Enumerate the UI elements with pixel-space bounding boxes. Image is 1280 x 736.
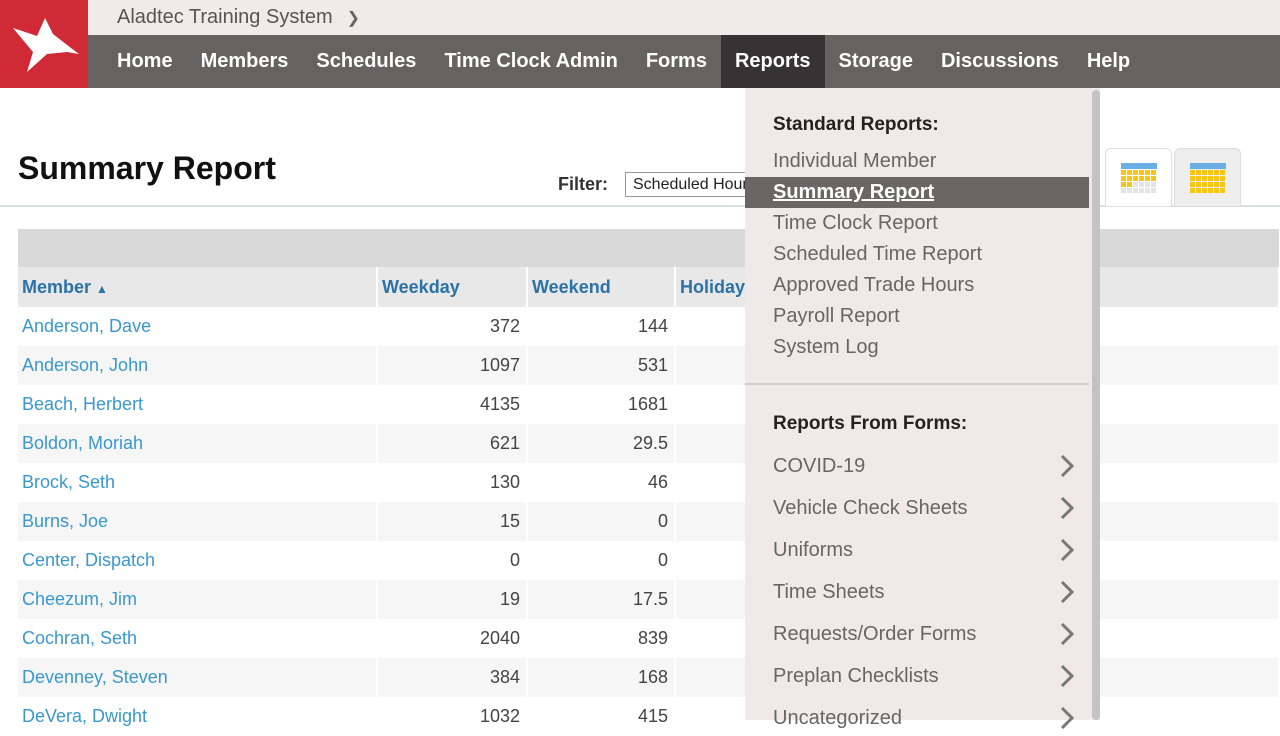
aladtec-logo[interactable] — [0, 0, 88, 88]
chevron-right-icon — [1060, 580, 1075, 604]
nav-help[interactable]: Help — [1073, 35, 1144, 88]
menu-item-summary-report[interactable]: Summary Report — [745, 177, 1089, 208]
nav-time-clock-admin[interactable]: Time Clock Admin — [430, 35, 631, 88]
menu-item-label: Uniforms — [773, 538, 854, 561]
chevron-right-icon — [1060, 538, 1075, 562]
view-tab-full-calendar[interactable] — [1174, 148, 1241, 206]
column-member[interactable]: Member ▲ — [18, 267, 378, 307]
nav-discussions[interactable]: Discussions — [927, 35, 1073, 88]
page-title: Summary Report — [18, 150, 276, 186]
menu-item-time-clock-report[interactable]: Time Clock Report — [745, 208, 1089, 239]
column-weekend[interactable]: Weekend — [527, 267, 676, 307]
menu-item-label: Uncategorized — [773, 706, 902, 729]
member-link[interactable]: Burns, Joe — [22, 511, 108, 531]
sort-asc-icon: ▲ — [96, 281, 108, 296]
menu-item-covid-19[interactable]: COVID-19 — [745, 448, 1089, 484]
menu-divider — [745, 383, 1089, 385]
menu-item-time-sheets[interactable]: Time Sheets — [745, 574, 1089, 610]
menu-item-label: Requests/Order Forms — [773, 622, 977, 645]
member-link[interactable]: Beach, Herbert — [22, 394, 143, 414]
weekday-hours: 1032 — [377, 697, 528, 736]
weekday-hours: 130 — [377, 463, 528, 502]
member-link[interactable]: Anderson, John — [22, 355, 148, 375]
weekend-hours: 839 — [527, 619, 676, 658]
weekend-hours: 415 — [527, 697, 676, 736]
nav-storage[interactable]: Storage — [825, 35, 927, 88]
member-link[interactable]: Cheezum, Jim — [22, 589, 137, 609]
view-tab-partial-calendar[interactable] — [1105, 148, 1172, 206]
member-link[interactable]: Brock, Seth — [22, 472, 115, 492]
system-name: Aladtec Training System — [117, 6, 333, 28]
weekend-hours: 29.5 — [527, 424, 676, 463]
weekday-hours: 19 — [377, 580, 528, 619]
weekend-hours: 0 — [527, 541, 676, 580]
menu-item-label: Preplan Checklists — [773, 664, 939, 687]
menu-item-uniforms[interactable]: Uniforms — [745, 532, 1089, 568]
menu-item-label: Vehicle Check Sheets — [773, 496, 968, 519]
chevron-right-icon — [1060, 496, 1075, 520]
column-weekday[interactable]: Weekday — [377, 267, 528, 307]
weekend-hours: 17.5 — [527, 580, 676, 619]
weekday-hours: 621 — [377, 424, 528, 463]
filter-select[interactable]: Scheduled Hours — [625, 172, 765, 197]
menu-item-vehicle-check-sheets[interactable]: Vehicle Check Sheets — [745, 490, 1089, 526]
weekend-hours: 531 — [527, 346, 676, 385]
weekday-hours: 1097 — [377, 346, 528, 385]
calendar-full-icon — [1189, 162, 1226, 193]
weekend-hours: 46 — [527, 463, 676, 502]
weekend-hours: 0 — [527, 502, 676, 541]
nav-members[interactable]: Members — [187, 35, 303, 88]
nav-home[interactable]: Home — [103, 35, 187, 88]
chevron-right-icon — [1060, 664, 1075, 688]
member-link[interactable]: Anderson, Dave — [22, 316, 151, 336]
menu-item-label: COVID-19 — [773, 454, 866, 477]
weekday-hours: 4135 — [377, 385, 528, 424]
weekday-hours: 0 — [377, 541, 528, 580]
main-nav: Home Members Schedules Time Clock Admin Form… — [88, 35, 1280, 88]
menu-item-individual-member[interactable]: Individual Member — [745, 146, 1089, 177]
filter-label: Filter: — [558, 174, 609, 194]
menu-item-payroll-report[interactable]: Payroll Report — [745, 301, 1089, 332]
weekend-hours: 144 — [527, 307, 676, 346]
member-link[interactable]: Center, Dispatch — [22, 550, 155, 570]
menu-item-requests-order-forms[interactable]: Requests/Order Forms — [745, 616, 1089, 652]
member-link[interactable]: Cochran, Seth — [22, 628, 137, 648]
standard-reports-header: Standard Reports: — [773, 114, 939, 135]
menu-item-label: Time Sheets — [773, 580, 885, 603]
weekday-hours: 384 — [377, 658, 528, 697]
weekend-hours: 1681 — [527, 385, 676, 424]
reports-dropdown: Standard Reports: Reports From Forms: In… — [745, 88, 1100, 730]
weekend-hours: 168 — [527, 658, 676, 697]
chevron-down-icon: ❯ — [346, 9, 361, 27]
menu-item-preplan-checklists[interactable]: Preplan Checklists — [745, 658, 1089, 694]
nav-reports[interactable]: Reports — [720, 35, 825, 88]
chevron-right-icon — [1060, 622, 1075, 646]
weekday-hours: 2040 — [377, 619, 528, 658]
system-switcher[interactable]: Aladtec Training System ❯ — [88, 0, 1280, 35]
hummingbird-icon — [13, 18, 79, 72]
member-link[interactable]: DeVera, Dwight — [22, 706, 147, 726]
weekday-hours: 372 — [377, 307, 528, 346]
member-link[interactable]: Devenney, Steven — [22, 667, 168, 687]
calendar-partial-icon — [1120, 162, 1157, 193]
scrollbar[interactable] — [1092, 90, 1100, 720]
menu-item-scheduled-time-report[interactable]: Scheduled Time Report — [745, 239, 1089, 270]
nav-schedules[interactable]: Schedules — [302, 35, 430, 88]
weekday-hours: 15 — [377, 502, 528, 541]
forms-reports-header: Reports From Forms: — [773, 413, 968, 434]
chevron-right-icon — [1060, 706, 1075, 730]
menu-item-system-log[interactable]: System Log — [745, 332, 1089, 363]
menu-item-uncategorized[interactable]: Uncategorized — [745, 700, 1089, 736]
member-link[interactable]: Boldon, Moriah — [22, 433, 143, 453]
menu-item-approved-trade-hours[interactable]: Approved Trade Hours — [745, 270, 1089, 301]
nav-forms[interactable]: Forms — [632, 35, 721, 88]
chevron-right-icon — [1060, 454, 1075, 478]
